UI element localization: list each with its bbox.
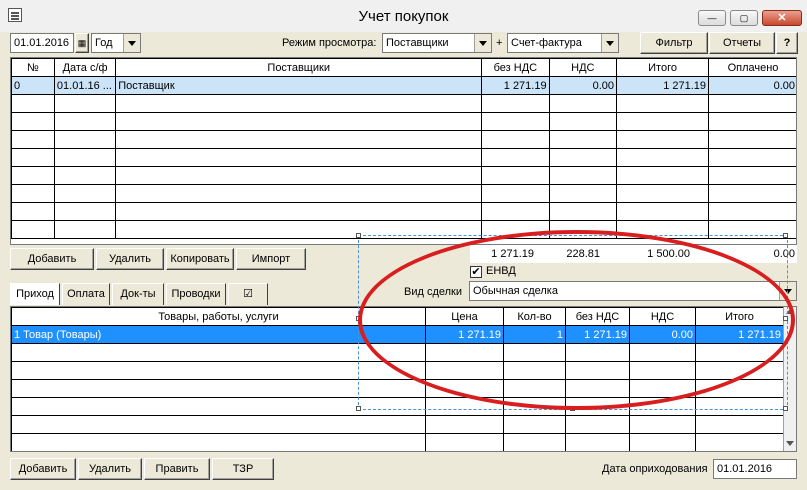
- calendar-icon[interactable]: ▦: [75, 33, 89, 53]
- table-row[interactable]: 0 01.01.16 ... Поставщик 1 271.19 0.00 1…: [11, 76, 796, 95]
- view-mode-label: Режим просмотра:: [282, 37, 377, 49]
- receipt-date-label: Дата оприходования: [602, 463, 708, 475]
- table-row[interactable]: [11, 184, 796, 203]
- view-mode-value: Поставщики: [386, 37, 449, 49]
- table-row[interactable]: [11, 112, 796, 131]
- window-title: Учет покупок: [358, 8, 449, 25]
- doc-type-value: Счет-фактура: [511, 37, 582, 49]
- add-item-button[interactable]: Добавить: [10, 458, 76, 480]
- table-row[interactable]: [11, 94, 796, 113]
- cell[interactable]: 1 271.19: [481, 76, 550, 95]
- table-row[interactable]: [11, 148, 796, 167]
- filter-button[interactable]: Фильтр: [640, 32, 708, 54]
- purchases-table[interactable]: № Дата с/ф Поставщики без НДС НДС Итого …: [10, 57, 797, 245]
- delete-button[interactable]: Удалить: [96, 248, 164, 270]
- help-button[interactable]: ?: [776, 32, 798, 54]
- close-button[interactable]: ✕: [762, 10, 802, 26]
- tab-payment[interactable]: Оплата: [62, 283, 110, 305]
- period-select[interactable]: Год: [91, 33, 141, 53]
- resize-handle: [356, 233, 361, 238]
- red-ellipse-annotation: [358, 230, 795, 410]
- table-row[interactable]: [11, 202, 796, 221]
- table-row[interactable]: [11, 166, 796, 185]
- cell[interactable]: 0: [11, 76, 55, 95]
- add-button[interactable]: Добавить: [10, 248, 94, 270]
- tab-postings[interactable]: Проводки: [166, 283, 226, 305]
- scroll-down-icon[interactable]: [786, 441, 794, 446]
- chevron-down-icon[interactable]: [474, 34, 491, 52]
- col-header-total[interactable]: Итого: [616, 58, 710, 77]
- cell[interactable]: 0.00: [548, 76, 618, 95]
- view-mode-select[interactable]: Поставщики: [382, 33, 492, 53]
- receipt-date-field[interactable]: 01.01.2016: [713, 459, 797, 479]
- tzr-button[interactable]: ТЗР: [212, 458, 274, 480]
- resize-handle: [783, 233, 788, 238]
- edit-item-button[interactable]: Править: [144, 458, 210, 480]
- tab-check[interactable]: ☑: [228, 283, 268, 305]
- maximize-button[interactable]: ▢: [730, 10, 758, 26]
- resize-handle: [783, 406, 788, 411]
- date-field[interactable]: 01.01.2016: [10, 33, 74, 53]
- copy-button[interactable]: Копировать: [166, 248, 234, 270]
- col-header-net[interactable]: без НДС: [481, 58, 550, 77]
- cell[interactable]: 0.00: [708, 76, 796, 95]
- chevron-down-icon[interactable]: [601, 34, 618, 52]
- reports-button[interactable]: Отчеты: [709, 32, 775, 54]
- chevron-down-icon[interactable]: [123, 34, 140, 52]
- col-header-number[interactable]: №: [11, 58, 55, 77]
- minimize-button[interactable]: —: [698, 10, 726, 26]
- table-row[interactable]: [11, 130, 796, 149]
- col-header-suppliers[interactable]: Поставщики: [115, 58, 483, 77]
- col-header-paid[interactable]: Оплачено: [708, 58, 796, 77]
- delete-item-button[interactable]: Удалить: [78, 458, 142, 480]
- doc-type-select[interactable]: Счет-фактура: [507, 33, 619, 53]
- col-header-invoice-date[interactable]: Дата с/ф: [53, 58, 117, 77]
- tab-docs[interactable]: Док-ты: [112, 283, 164, 305]
- plus-label: +: [496, 37, 503, 49]
- import-button[interactable]: Импорт: [236, 248, 306, 270]
- period-select-value: Год: [95, 37, 113, 49]
- cell[interactable]: 01.01.16 ...: [53, 76, 117, 95]
- col-header-vat[interactable]: НДС: [548, 58, 618, 77]
- table-row[interactable]: [11, 415, 784, 434]
- tab-income[interactable]: Приход: [10, 283, 60, 305]
- resize-handle: [356, 406, 361, 411]
- table-header-row: № Дата с/ф Поставщики без НДС НДС Итого …: [11, 58, 796, 77]
- cell[interactable]: 1 271.19: [616, 76, 710, 95]
- cell[interactable]: Поставщик: [115, 76, 483, 95]
- table-row[interactable]: [11, 433, 784, 451]
- table-row[interactable]: [12, 452, 784, 453]
